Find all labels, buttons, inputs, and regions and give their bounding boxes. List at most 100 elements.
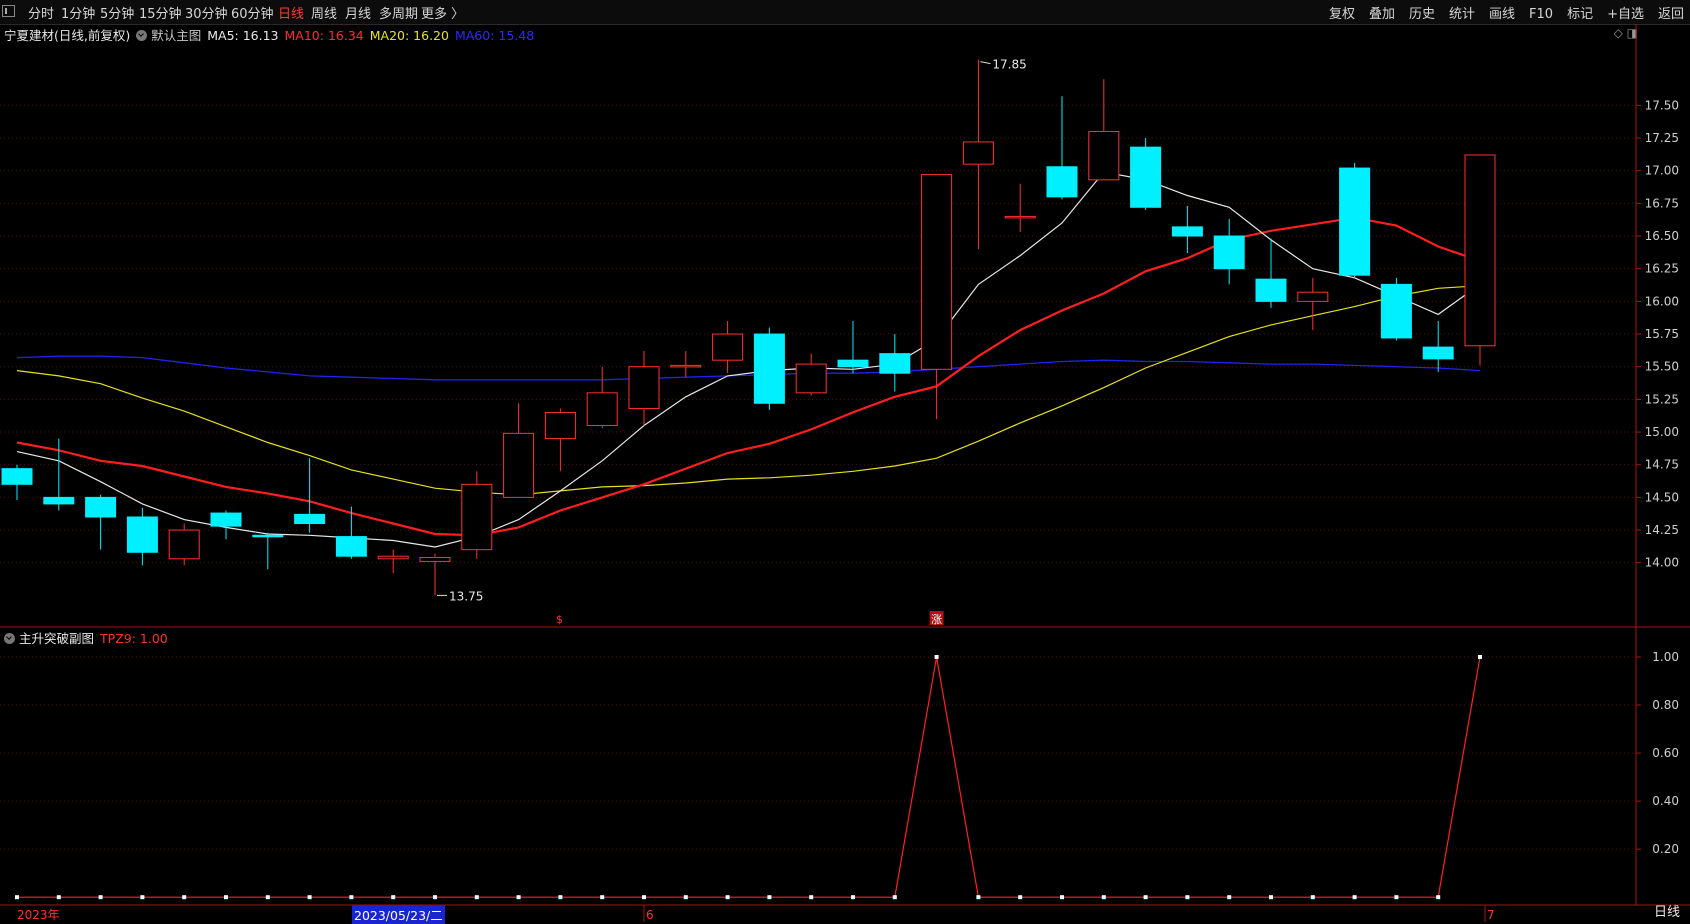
tpz9-point: [349, 895, 354, 900]
y-tick-label: 14.25: [1645, 523, 1679, 537]
candle-body: [1130, 146, 1162, 208]
x-year-label: 2023年: [17, 908, 60, 922]
tpz9-point: [600, 895, 605, 900]
sub-y-tick-label: 0.60: [1652, 746, 1679, 760]
candle-body: [1088, 130, 1120, 181]
sub-y-tick-label: 0.80: [1652, 698, 1679, 712]
y-tick-label: 15.25: [1645, 392, 1679, 406]
candle-body: [1380, 283, 1412, 339]
tpz9-point: [265, 895, 270, 900]
tpz9-point: [474, 895, 479, 900]
tpz9-point: [391, 895, 396, 900]
tpz9-point: [1352, 895, 1357, 900]
high-price-label: 17.85: [992, 58, 1026, 72]
candle-body: [837, 359, 869, 368]
tpz9-point: [642, 895, 646, 900]
tpz9-point: [1227, 895, 1232, 900]
tpz9-point: [809, 895, 814, 900]
candle-body: [210, 512, 242, 527]
tpz9-point: [224, 895, 228, 900]
candle-body: [795, 363, 827, 394]
candle-body: [628, 366, 660, 410]
tpz9-point: [182, 895, 187, 900]
tpz9-point: [892, 895, 897, 900]
sub-y-tick-label: 0.40: [1652, 794, 1679, 808]
candle-body: [503, 432, 535, 498]
candle-body: [252, 534, 284, 538]
candle-body: [1046, 166, 1078, 198]
candle-body: [1171, 226, 1203, 237]
tpz9-point: [1269, 895, 1273, 900]
candle-body: [85, 496, 117, 518]
ma5-line: [16, 171, 1481, 548]
candle-body: [294, 513, 326, 525]
kline-chart[interactable]: 14.00 14.25 14.50 14.75 15.00 15.25 15.50 15.75…: [0, 0, 1690, 924]
y-tick-label: 14.50: [1645, 490, 1679, 504]
candle-body: [1297, 291, 1329, 302]
y-tick-label: 17.50: [1645, 98, 1679, 112]
tpz9-point: [140, 895, 145, 900]
high-arrow: [980, 61, 991, 65]
tpz9-point: [767, 895, 772, 900]
ma10-line: [16, 216, 1481, 537]
candle-body: [753, 333, 785, 404]
y-tick-label: 15.50: [1645, 360, 1679, 374]
candle-body: [921, 174, 953, 370]
y-tick-label: 17.00: [1645, 164, 1679, 178]
candle-body: [1339, 167, 1371, 276]
tpz9-point: [1478, 655, 1482, 660]
candle-body: [544, 411, 576, 440]
candle-body: [126, 516, 158, 553]
tpz9-point: [433, 895, 437, 900]
candle-body: [962, 141, 994, 165]
tpz9-point: [725, 895, 730, 900]
tpz9-point: [1060, 895, 1064, 900]
x-month-7: 7: [1487, 908, 1495, 922]
y-tick-label: 16.50: [1645, 229, 1679, 243]
tpz9-point: [1394, 895, 1399, 900]
signal-mark: $: [556, 613, 563, 626]
candle-body: [419, 557, 451, 562]
candle-body: [1213, 235, 1245, 270]
sub-y-tick-label: 0.20: [1652, 842, 1679, 856]
tpz9-point: [934, 655, 939, 660]
tpz9-point: [56, 895, 61, 900]
tpz9-point: [558, 895, 563, 900]
tpz9-point: [307, 895, 312, 900]
tpz9-point: [1185, 895, 1190, 900]
y-tick-label: 16.75: [1645, 196, 1679, 210]
y-tick-label: 15.75: [1645, 327, 1679, 341]
candle-body: [168, 529, 200, 560]
y-tick-label: 16.25: [1645, 262, 1679, 276]
tpz9-point: [683, 895, 688, 900]
tpz9-point: [1143, 895, 1148, 900]
candle-body: [1, 468, 33, 485]
candle-body: [712, 333, 744, 361]
tpz9-point: [851, 895, 855, 900]
candle-body: [879, 353, 911, 374]
tpz9-line: [17, 656, 1481, 898]
signal-mark: 涨: [931, 613, 942, 626]
ma60-line: [16, 355, 1481, 381]
candle-body: [1255, 278, 1287, 302]
candle-body: [461, 483, 493, 551]
candle-body: [670, 364, 702, 368]
tpz9-point: [1310, 895, 1315, 900]
tpz9-point: [976, 895, 981, 900]
tpz9-point: [1436, 895, 1441, 900]
candle-body: [1464, 154, 1496, 347]
selected-date-label: 2023/05/23/二: [352, 905, 445, 924]
ma20-line: [16, 285, 1481, 496]
candle-body: [1004, 215, 1036, 219]
candle-body: [43, 496, 75, 505]
tpz9-point: [1018, 895, 1023, 900]
y-tick-label: 16.00: [1645, 294, 1679, 308]
tpz9-point: [516, 895, 521, 900]
y-tick-label: 14.00: [1645, 556, 1679, 570]
tpz9-point: [1101, 895, 1106, 900]
tpz9-point: [98, 895, 103, 900]
tpz9-point: [15, 895, 19, 900]
candle-body: [586, 392, 618, 427]
candle-body: [1422, 346, 1454, 360]
period-indicator[interactable]: 日线: [1654, 901, 1680, 920]
